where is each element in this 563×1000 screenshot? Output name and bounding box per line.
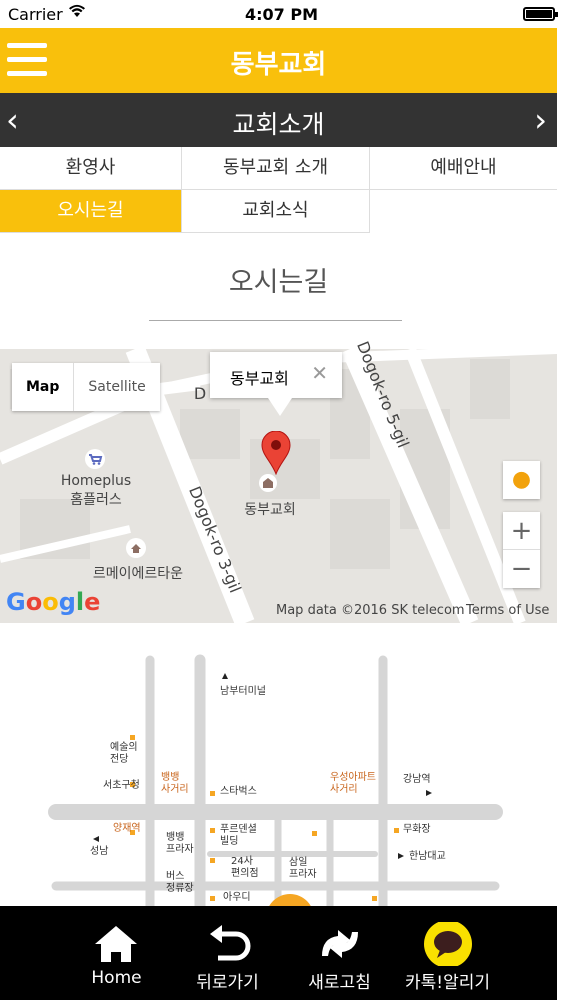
street-view-pegman-icon[interactable]: ● — [503, 461, 540, 499]
status-bar: Carrier 4:07 PM — [0, 0, 563, 28]
label-arts-center: 예술의 전당 — [110, 742, 138, 765]
tab-worship-info[interactable]: 예배안내 — [370, 147, 557, 190]
marker-label: 동부교회 — [244, 502, 296, 518]
label-audi: 아우디 — [223, 892, 251, 903]
label-ppyeong-intersection: 뱅뱅 사거리 — [161, 772, 189, 795]
map-type-map-button[interactable]: Map — [12, 363, 75, 411]
tab-directions[interactable]: 오시는길 — [0, 190, 182, 233]
poi-homeplus-ko: 홈플러스 — [70, 492, 122, 508]
tab-welcome[interactable]: 환영사 — [0, 147, 182, 190]
label-samil-plaza: 삼일 프라자 — [289, 857, 317, 880]
section-nav-title: 교회소개 — [232, 110, 325, 139]
label-yangjae-station: 양재역 — [113, 823, 141, 834]
label-gangnam-station: 강남역 — [403, 774, 431, 785]
title-divider — [149, 320, 402, 321]
tab-news[interactable]: 교회소식 — [182, 190, 370, 233]
label-starbucks: 스타벅스 — [220, 786, 257, 797]
nav-kakaotalk-button[interactable]: 카톡!알리기 — [378, 906, 517, 1000]
label-seongnam: 성남 — [90, 846, 109, 857]
map-attribution: Map data ©2016 SK telecom — [276, 603, 465, 618]
terms-of-use-link[interactable]: Terms of Use — [466, 603, 549, 618]
chevron-right-icon[interactable]: › — [534, 101, 547, 139]
street-d: D — [193, 384, 207, 403]
map-type-control: Map Satellite — [12, 363, 160, 411]
label-seocho-office: 서초구청 — [103, 780, 140, 791]
google-logo: Google — [6, 588, 101, 616]
label-bus-stop: 버스 정류장 — [166, 871, 194, 894]
zoom-control: + − — [503, 512, 540, 588]
poi-remei: 르메이에르타운 — [92, 566, 184, 582]
bottom-nav: Home 뒤로가기 새로고침 카톡!알리기 — [0, 906, 557, 1000]
directions-diagram: 남부터미널 예술의 전당 서초구청 뱅뱅 사거리 스타벅스 우성아파트 사거리 … — [0, 628, 557, 906]
map-info-window: 동부교회 ✕ — [210, 352, 342, 416]
poi-homeplus-en: Homeplus — [60, 473, 132, 489]
label-nambu-terminal: 남부터미널 — [220, 686, 266, 697]
zoom-in-button[interactable]: + — [503, 512, 540, 550]
label-convenience-store: 24사 편의점 — [231, 856, 259, 879]
label-ppyeong-plaza: 뱅뱅 프라자 — [166, 832, 194, 855]
info-window-title: 동부교회 — [230, 369, 289, 388]
app-bar: 동부교회 — [0, 28, 557, 93]
map-marker-icon[interactable] — [261, 431, 291, 475]
battery-icon — [523, 7, 558, 21]
shopping-cart-icon — [85, 449, 105, 469]
zoom-out-button[interactable]: − — [503, 550, 540, 588]
church-poi-icon — [259, 474, 277, 492]
page-title: 오시는길 — [228, 267, 329, 298]
section-nav-bar: ‹ 교회소개 › — [0, 93, 557, 147]
home-poi-icon — [126, 538, 146, 558]
kakaotalk-icon — [424, 922, 472, 966]
tab-church-intro[interactable]: 동부교회 소개 — [182, 147, 370, 190]
clock: 4:07 PM — [244, 5, 318, 24]
label-wooseong-intersection: 우성아파트 사거리 — [330, 772, 376, 795]
map-type-satellite-button[interactable]: Satellite — [74, 363, 159, 411]
road-diagram — [48, 654, 503, 906]
app-title: 동부교회 — [230, 50, 327, 80]
nav-kakaotalk-label: 카톡!알리기 — [404, 973, 490, 993]
sub-tabs: 환영사 동부교회 소개 예배안내 오시는길 교회소식 — [0, 147, 557, 234]
close-icon[interactable]: ✕ — [311, 361, 328, 385]
label-prudential-building: 푸르덴셜 빌딩 — [220, 824, 257, 847]
label-muhwajang: 무화장 — [403, 824, 431, 835]
label-hannam-bridge: 한남대교 — [409, 851, 446, 862]
